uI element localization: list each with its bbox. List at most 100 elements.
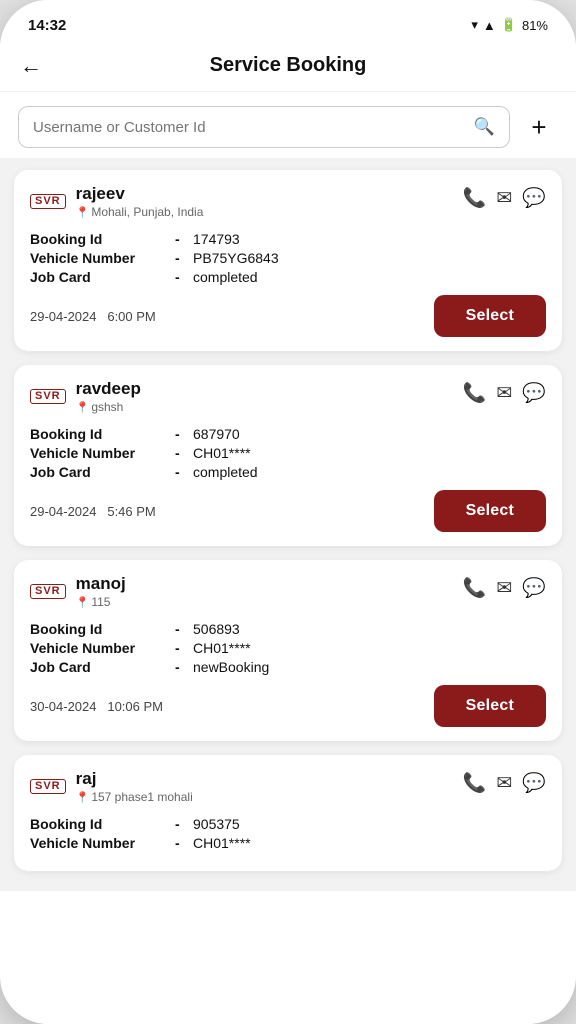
vehicle-number-row: Vehicle Number - CH01**** xyxy=(30,640,546,656)
card-actions: 📞 ✉ 💬 xyxy=(463,184,546,210)
phone-frame: 14:32 ▾ ▲ 🔋 81% ← Service Booking 🔍 + SV… xyxy=(0,0,576,1024)
wifi-icon: ▾ xyxy=(471,17,478,33)
booking-id-row: Booking Id - 174793 xyxy=(30,231,546,247)
dash: - xyxy=(175,621,193,637)
card-details: Booking Id - 174793 Vehicle Number - PB7… xyxy=(30,231,546,285)
phone-icon[interactable]: 📞 xyxy=(463,381,487,405)
card-user: SVR manoj 📍 115 xyxy=(30,574,126,609)
phone-icon[interactable]: 📞 xyxy=(463,771,487,795)
location-pin-icon: 📍 xyxy=(76,791,90,804)
status-bar: 14:32 ▾ ▲ 🔋 81% xyxy=(0,0,576,44)
user-name: manoj xyxy=(76,574,126,594)
dash: - xyxy=(175,231,193,247)
booking-id-row: Booking Id - 506893 xyxy=(30,621,546,637)
select-button-manoj[interactable]: Select xyxy=(434,685,546,727)
vehicle-number-row: Vehicle Number - CH01**** xyxy=(30,445,546,461)
card-actions: 📞 ✉ 💬 xyxy=(463,379,546,405)
vehicle-number-label: Vehicle Number xyxy=(30,640,175,656)
search-section: 🔍 + xyxy=(0,92,576,158)
booking-card-raj: SVR raj 📍 157 phase1 mohali 📞 ✉ 💬 xyxy=(14,755,562,871)
vehicle-number-label: Vehicle Number xyxy=(30,445,175,461)
card-footer: 29-04-2024 6:00 PM Select xyxy=(30,295,546,337)
job-card-label: Job Card xyxy=(30,659,175,675)
booking-id-value: 687970 xyxy=(193,426,240,442)
job-card-row: Job Card - completed xyxy=(30,269,546,285)
user-info: rajeev 📍 Mohali, Punjab, India xyxy=(76,184,204,219)
dash: - xyxy=(175,426,193,442)
booking-id-value: 174793 xyxy=(193,231,240,247)
brand-logo: SVR xyxy=(30,584,66,599)
search-icon: 🔍 xyxy=(474,117,495,137)
job-card-label: Job Card xyxy=(30,464,175,480)
user-location: 📍 157 phase1 mohali xyxy=(76,790,193,804)
select-button-ravdeep[interactable]: Select xyxy=(434,490,546,532)
card-datetime: 29-04-2024 6:00 PM xyxy=(30,309,156,324)
user-info: ravdeep 📍 gshsh xyxy=(76,379,141,414)
vehicle-number-label: Vehicle Number xyxy=(30,835,175,851)
email-icon[interactable]: ✉ xyxy=(496,772,512,795)
card-user: SVR rajeev 📍 Mohali, Punjab, India xyxy=(30,184,203,219)
vehicle-number-value: CH01**** xyxy=(193,445,251,461)
user-name: ravdeep xyxy=(76,379,141,399)
page-title: Service Booking xyxy=(210,54,367,77)
content-area: SVR rajeev 📍 Mohali, Punjab, India 📞 ✉ 💬 xyxy=(0,158,576,891)
dash: - xyxy=(175,445,193,461)
battery-percent: 81% xyxy=(522,18,548,33)
search-box: 🔍 xyxy=(18,106,510,148)
card-actions: 📞 ✉ 💬 xyxy=(463,574,546,600)
booking-id-value: 905375 xyxy=(193,816,240,832)
booking-card-ravdeep: SVR ravdeep 📍 gshsh 📞 ✉ 💬 xyxy=(14,365,562,546)
dash: - xyxy=(175,464,193,480)
card-datetime: 29-04-2024 5:46 PM xyxy=(30,504,156,519)
booking-id-row: Booking Id - 905375 xyxy=(30,816,546,832)
user-name: raj xyxy=(76,769,193,789)
signal-icon: ▲ xyxy=(483,18,496,33)
card-details: Booking Id - 506893 Vehicle Number - CH0… xyxy=(30,621,546,675)
booking-id-row: Booking Id - 687970 xyxy=(30,426,546,442)
card-header: SVR manoj 📍 115 📞 ✉ 💬 xyxy=(30,574,546,609)
user-name: rajeev xyxy=(76,184,204,204)
vehicle-number-row: Vehicle Number - CH01**** xyxy=(30,835,546,851)
job-card-value: newBooking xyxy=(193,659,269,675)
user-location: 📍 Mohali, Punjab, India xyxy=(76,205,204,219)
card-details: Booking Id - 687970 Vehicle Number - CH0… xyxy=(30,426,546,480)
select-button-rajeev[interactable]: Select xyxy=(434,295,546,337)
whatsapp-icon[interactable]: 💬 xyxy=(522,771,546,795)
email-icon[interactable]: ✉ xyxy=(496,187,512,210)
card-datetime: 30-04-2024 10:06 PM xyxy=(30,699,163,714)
booking-id-value: 506893 xyxy=(193,621,240,637)
dash: - xyxy=(175,816,193,832)
add-button[interactable]: + xyxy=(520,108,558,146)
back-button[interactable]: ← xyxy=(20,53,42,79)
job-card-value: completed xyxy=(193,269,258,285)
job-card-label: Job Card xyxy=(30,269,175,285)
card-actions: 📞 ✉ 💬 xyxy=(463,769,546,795)
whatsapp-icon[interactable]: 💬 xyxy=(522,576,546,600)
user-location: 📍 115 xyxy=(76,595,126,609)
location-pin-icon: 📍 xyxy=(76,401,90,414)
user-location: 📍 gshsh xyxy=(76,400,141,414)
dash: - xyxy=(175,640,193,656)
booking-card-manoj: SVR manoj 📍 115 📞 ✉ 💬 xyxy=(14,560,562,741)
whatsapp-icon[interactable]: 💬 xyxy=(522,186,546,210)
search-input[interactable] xyxy=(33,119,474,136)
booking-id-label: Booking Id xyxy=(30,621,175,637)
job-card-row: Job Card - completed xyxy=(30,464,546,480)
email-icon[interactable]: ✉ xyxy=(496,382,512,405)
dash: - xyxy=(175,269,193,285)
whatsapp-icon[interactable]: 💬 xyxy=(522,381,546,405)
dash: - xyxy=(175,835,193,851)
job-card-row: Job Card - newBooking xyxy=(30,659,546,675)
location-pin-icon: 📍 xyxy=(76,206,90,219)
vehicle-number-row: Vehicle Number - PB75YG6843 xyxy=(30,250,546,266)
phone-icon[interactable]: 📞 xyxy=(463,576,487,600)
user-info: raj 📍 157 phase1 mohali xyxy=(76,769,193,804)
email-icon[interactable]: ✉ xyxy=(496,577,512,600)
brand-logo: SVR xyxy=(30,389,66,404)
card-header: SVR raj 📍 157 phase1 mohali 📞 ✉ 💬 xyxy=(30,769,546,804)
vehicle-number-value: PB75YG6843 xyxy=(193,250,279,266)
vehicle-number-value: CH01**** xyxy=(193,640,251,656)
dash: - xyxy=(175,659,193,675)
phone-icon[interactable]: 📞 xyxy=(463,186,487,210)
booking-id-label: Booking Id xyxy=(30,816,175,832)
